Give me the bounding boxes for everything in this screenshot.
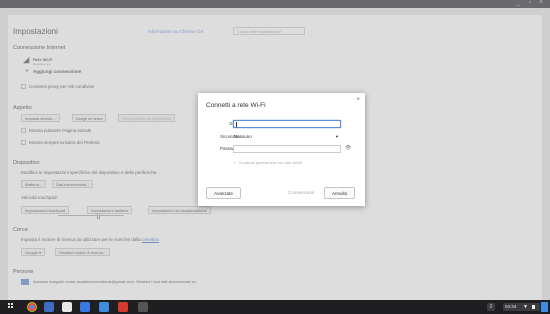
dialog-title: Connetti a rete Wi-Fi xyxy=(206,102,266,109)
share-network-checkbox[interactable]: ✓ Condividi questa rete con altri utenti xyxy=(233,160,302,165)
password-input[interactable] xyxy=(233,145,341,153)
wifi-connect-dialog: Connetti a rete Wi-Fi × SSID: Sicurezza:… xyxy=(198,93,365,206)
clock: 04:34 xyxy=(505,304,517,309)
app-launcher-icon[interactable] xyxy=(8,303,15,310)
advanced-button[interactable]: Avanzate xyxy=(206,187,241,199)
status-tray[interactable]: 04:34 ▼ xyxy=(503,303,540,311)
shelf: 0 04:34 ▼ xyxy=(0,300,550,314)
gmail-icon[interactable] xyxy=(44,302,54,312)
show-password-icon[interactable]: 👁 xyxy=(345,145,351,151)
cancel-button[interactable]: Annulla xyxy=(324,187,355,199)
share-network-label: Condividi questa rete con altri utenti xyxy=(238,160,302,165)
settings-app-icon[interactable] xyxy=(138,302,148,312)
close-icon[interactable]: × xyxy=(356,97,360,103)
chevron-down-icon: ▼ xyxy=(335,134,339,139)
chrome-icon[interactable] xyxy=(27,302,37,312)
notification-count[interactable]: 0 xyxy=(487,303,495,311)
wifi-status-icon: ▼ xyxy=(523,304,528,310)
docs-icon[interactable] xyxy=(80,302,90,312)
files-icon[interactable] xyxy=(99,302,109,312)
security-select[interactable]: Nessuno ▼ xyxy=(233,133,341,141)
search-icon[interactable] xyxy=(62,302,72,312)
battery-icon xyxy=(532,305,535,309)
text-caret xyxy=(236,122,237,127)
ime-indicator-icon[interactable] xyxy=(541,302,548,312)
checkmark-icon: ✓ xyxy=(233,160,237,165)
security-value: Nessuno xyxy=(234,134,252,139)
youtube-icon[interactable] xyxy=(118,302,128,312)
connect-button[interactable]: Connessione xyxy=(282,187,320,199)
ssid-input[interactable] xyxy=(233,120,341,128)
